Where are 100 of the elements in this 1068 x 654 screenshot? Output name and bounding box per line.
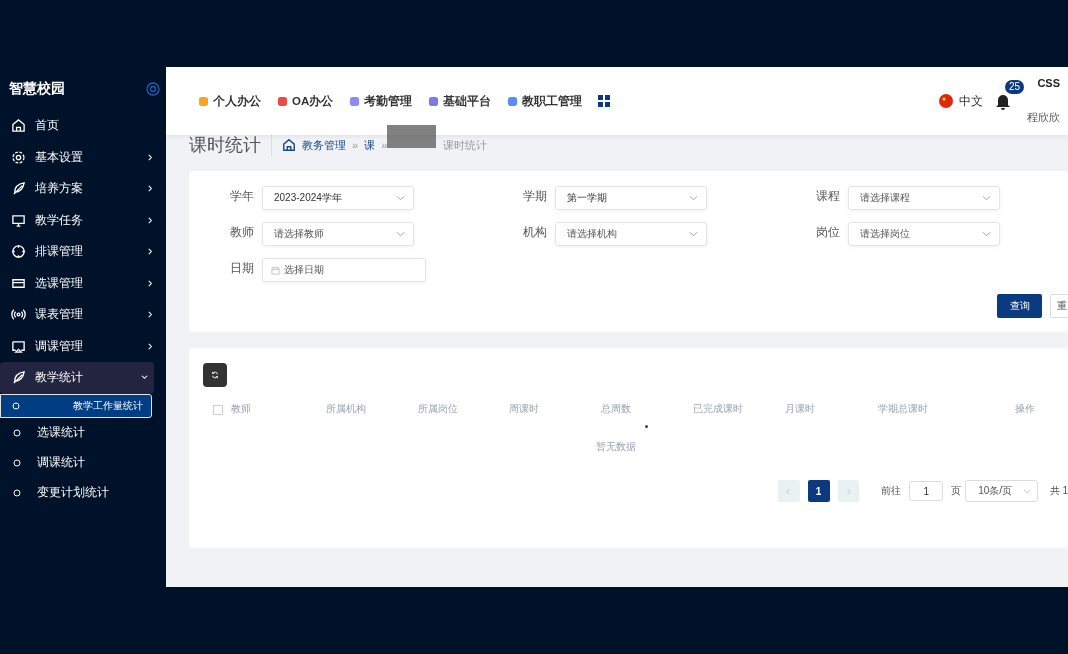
refresh-icon [211,371,219,379]
menu-item[interactable]: 首页 [0,110,166,142]
app-title: 智慧校园 [9,80,65,98]
circle-icon [12,401,20,410]
menu-item[interactable]: 教学任务 [0,204,166,236]
loading-spinner [645,425,648,428]
breadcrumb-item[interactable]: 课 [364,137,376,153]
date-field[interactable]: 选择日期 [262,258,426,282]
field-label: 课程 [815,189,841,204]
menu-item[interactable]: 选课管理 [0,267,166,299]
column-header: 周课时 [509,403,540,416]
flag-icon [939,94,953,108]
column-header: 月课时 [785,403,816,416]
field-label: 机构 [522,225,548,240]
chevron-right-icon [147,185,154,193]
column-header: 操作 [1015,403,1036,416]
chevron-down-icon [1022,488,1031,494]
breadcrumb-item: 课时统计 [443,137,488,153]
circle-icon [13,428,21,437]
chevron-left-icon [785,487,793,495]
notification-badge: 25 [1005,80,1025,94]
feather-icon [11,181,26,197]
select-field[interactable]: 请选择教师 [262,222,414,246]
select-field[interactable]: 第一学期 [555,186,707,210]
page-size-select[interactable]: 10条/页 [965,480,1038,502]
page-number[interactable]: 1 [807,480,830,502]
page-input[interactable]: 1 [909,481,944,501]
select-field[interactable]: 请选择岗位 [848,222,1000,246]
home-icon [11,118,26,134]
nav-link[interactable]: 个人办公 [198,93,261,109]
chevron-right-icon [147,153,154,161]
calendar-icon [271,265,280,275]
select-field[interactable]: 请选择课程 [848,186,1000,210]
goto-label: 前往 [881,484,902,498]
collapse-icon[interactable] [146,82,160,96]
feather-icon [11,370,26,386]
chevron-right-icon [147,248,154,256]
chevron-down-icon [982,195,991,201]
menu-item[interactable]: 课表管理 [0,299,166,331]
bell-icon[interactable] [995,92,1011,110]
field-label: 岗位 [815,225,841,240]
chevron-down-icon [396,195,405,201]
total-count: 共 1 [1049,484,1068,498]
breadcrumb-separator: » [352,139,359,151]
field-label: 学期 [522,189,548,204]
search-button[interactable]: 查询 [997,294,1042,318]
menu-item[interactable]: 教学统计 [0,362,154,394]
chevron-right-icon [147,342,154,350]
chevron-right-icon [147,311,154,319]
language-label[interactable]: 中文 [959,92,983,110]
chevron-right-icon [844,487,852,495]
column-header: 所属机构 [326,403,367,416]
select-field[interactable]: 2023-2024学年 [262,186,414,210]
chevron-down-icon [141,374,148,382]
menu-item[interactable]: 培养方案 [0,173,166,205]
circle-icon [13,458,21,467]
field-label: 教师 [229,225,255,240]
column-header: 已完成课时 [693,403,744,416]
screen-icon [11,338,26,354]
page-unit: 页 [951,484,962,498]
refresh-button[interactable] [203,363,227,387]
nav-link[interactable]: 教职工管理 [507,93,583,109]
menu-item[interactable]: 排课管理 [0,236,166,268]
column-header: 教师 [231,403,252,416]
empty-text: 暂无数据 [594,441,637,454]
field-label: 日期 [229,261,255,276]
column-header: 学期总课时 [878,403,929,416]
chevron-right-icon [147,216,154,224]
page-title: 课时统计 [189,134,261,157]
monitor-icon [11,212,26,228]
menu-item[interactable]: 调课管理 [0,330,166,362]
grid-icon[interactable] [598,95,611,107]
column-header: 总周数 [601,403,632,416]
settings-icon [11,149,26,165]
nav-link[interactable]: OA办公 [277,93,334,109]
nav-link[interactable]: 考勤管理 [349,93,413,109]
circle-icon [13,488,21,497]
crosshair-icon [11,244,26,260]
submenu-item[interactable]: 调课统计 [0,447,154,478]
column-header: 所属岗位 [418,403,459,416]
nav-link[interactable]: 基础平台 [428,93,492,109]
breadcrumb-item[interactable]: 教务管理 [302,137,346,153]
chevron-down-icon [982,231,991,237]
broadcast-icon [11,307,26,323]
user-name[interactable]: 程欣欣 [1027,111,1060,125]
reset-button[interactable]: 重 [1050,294,1068,318]
chevron-down-icon [396,231,405,237]
user-code: CSS [1037,77,1060,89]
submenu-item[interactable]: 变更计划统计 [0,477,154,508]
menu-item[interactable]: 基本设置 [0,141,166,173]
field-label: 学年 [229,189,255,204]
select-all-checkbox[interactable] [213,404,223,415]
chevron-down-icon [689,195,698,201]
breadcrumb-separator: » [381,139,388,151]
submenu-item[interactable]: 教学工作量统计 [0,393,152,418]
select-field[interactable]: 请选择机构 [555,222,707,246]
chevron-down-icon [689,231,698,237]
submenu-item[interactable]: 选课统计 [0,417,154,448]
home-icon[interactable] [282,138,296,152]
redaction-block [387,125,436,148]
